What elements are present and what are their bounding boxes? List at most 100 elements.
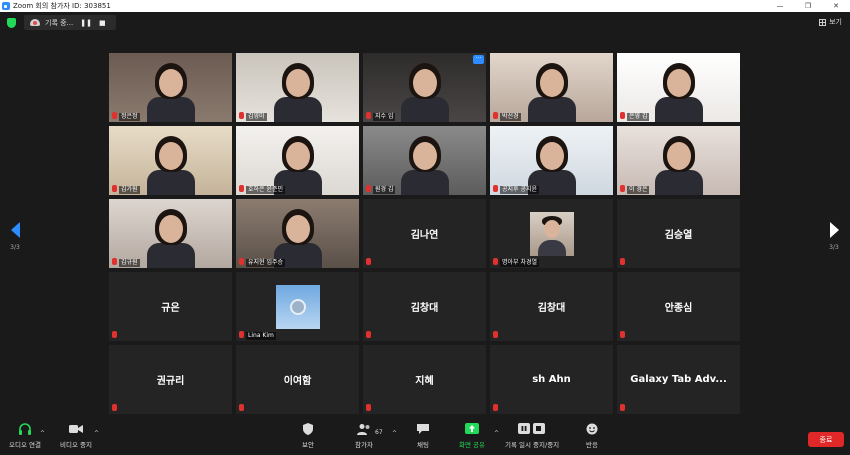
participant-name-display: 김창대: [537, 303, 566, 314]
participant-tile[interactable]: 정은정: [109, 53, 232, 122]
participant-tile[interactable]: sh Ahn: [490, 345, 613, 414]
participant-video: [109, 126, 232, 195]
participant-tile[interactable]: 김창대: [490, 272, 613, 341]
muted-mic-icon: [112, 258, 117, 265]
participant-tile[interactable]: 김창대: [363, 272, 486, 341]
view-label: 보기: [829, 18, 842, 26]
share-screen-button[interactable]: 화면 공유: [459, 423, 485, 449]
muted-mic-icon: [493, 112, 498, 119]
participant-video: [490, 53, 613, 122]
muted-mic-icon: [366, 112, 371, 119]
participant-tile[interactable]: 호하은 윤준민: [236, 126, 359, 195]
participant-video: [363, 126, 486, 195]
participant-tile[interactable]: 박선경: [490, 53, 613, 122]
participant-name-label: 정은정: [119, 113, 140, 121]
participant-tile[interactable]: Galaxy Tab Adv...: [617, 345, 740, 414]
participant-tile[interactable]: 김가원: [109, 126, 232, 195]
participant-name-label: 김영미: [246, 113, 267, 121]
smiley-icon: [585, 423, 599, 435]
chat-button[interactable]: 채팅: [416, 423, 430, 449]
participant-name-label: 명아부 차경열: [500, 259, 540, 267]
participant-video: [109, 199, 232, 268]
chevron-right-icon: [829, 222, 839, 238]
maximize-button[interactable]: ❐: [794, 0, 822, 12]
profile-picture: [529, 211, 574, 256]
record-controls-button[interactable]: 기록 일시 중지/중지: [505, 423, 559, 449]
profile-picture: [275, 284, 320, 329]
participant-video: [236, 199, 359, 268]
chat-label: 채팅: [417, 441, 429, 449]
participant-video: [236, 53, 359, 122]
stop-video-button[interactable]: 비디오 중지: [60, 423, 92, 449]
muted-mic-icon: [493, 331, 498, 338]
headphones-icon: [18, 423, 32, 435]
next-page-button[interactable]: 3/3: [823, 222, 845, 251]
participant-name-display: sh Ahn: [532, 374, 571, 385]
participant-tile[interactable]: 명아부 차경열: [490, 199, 613, 268]
participant-name-display: Galaxy Tab Adv...: [630, 374, 727, 385]
participant-tile[interactable]: 공지후 공지윤: [490, 126, 613, 195]
muted-mic-icon: [493, 258, 498, 265]
join-audio-button[interactable]: 오디오 연결: [9, 423, 41, 449]
participant-tile[interactable]: 이 경은: [617, 126, 740, 195]
participant-tile[interactable]: 규은: [109, 272, 232, 341]
participant-tile[interactable]: 원경 김: [363, 126, 486, 195]
end-meeting-button[interactable]: 종료: [808, 432, 844, 447]
window-title: Zoom 회의 참가자 ID: 303851: [13, 2, 111, 10]
participant-name-label: 이 경은: [627, 186, 650, 194]
participant-tile[interactable]: 권규리: [109, 345, 232, 414]
participant-name-display: 이여함: [283, 376, 312, 387]
participant-tile[interactable]: Lina Kim: [236, 272, 359, 341]
participant-name-label: 지수 임: [373, 113, 396, 121]
window-titlebar: Zoom 회의 참가자 ID: 303851 — ❐ ✕: [0, 0, 850, 12]
participant-name-label: 원경 김: [373, 186, 396, 194]
audio-label: 오디오 연결: [9, 441, 41, 449]
muted-mic-icon: [239, 331, 244, 338]
participant-tile[interactable]: 지수 임 ···: [363, 53, 486, 122]
muted-mic-icon: [366, 331, 371, 338]
video-options-caret[interactable]: ^: [94, 430, 99, 437]
participants-button[interactable]: 참가자: [355, 423, 373, 449]
security-button[interactable]: 보안: [301, 423, 315, 449]
participant-name-label: 김규원: [119, 259, 140, 267]
participant-name-label: 호하은 윤준민: [246, 186, 286, 194]
reactions-button[interactable]: 반응: [585, 423, 599, 449]
meeting-toolbar: 오디오 연결 ^ 비디오 중지 ^ 보안 참가자 67 ^ 채팅 화면 공유 ^: [0, 420, 850, 455]
participants-options-caret[interactable]: ^: [392, 430, 397, 437]
participant-name-label: 박선경: [500, 113, 521, 121]
participant-tile[interactable]: 지혜: [363, 345, 486, 414]
muted-mic-icon: [620, 185, 625, 192]
participant-video: [363, 53, 486, 122]
participant-tile[interactable]: 유지현 임주승: [236, 199, 359, 268]
share-label: 화면 공유: [459, 441, 485, 449]
participant-name-display: 권규리: [156, 376, 185, 387]
participant-tile[interactable]: 김승열: [617, 199, 740, 268]
minimize-button[interactable]: —: [766, 0, 794, 12]
participant-name-label: 유지현 임주승: [246, 259, 286, 267]
previous-page-button[interactable]: 3/3: [4, 222, 26, 251]
participant-tile[interactable]: 은영 김: [617, 53, 740, 122]
participant-tile[interactable]: 김영미: [236, 53, 359, 122]
recording-label: 기록 중...: [45, 18, 74, 27]
share-screen-icon: [465, 423, 479, 435]
audio-options-caret[interactable]: ^: [40, 430, 45, 437]
participant-tile[interactable]: 이여함: [236, 345, 359, 414]
shield-icon: [301, 423, 315, 435]
muted-mic-icon: [112, 112, 117, 119]
participants-count: 67: [375, 429, 383, 436]
security-shield-icon[interactable]: [7, 18, 16, 28]
participant-video: [490, 126, 613, 195]
view-button[interactable]: 보기: [819, 17, 842, 27]
participant-tile[interactable]: 김나연: [363, 199, 486, 268]
participant-tile[interactable]: 김규원: [109, 199, 232, 268]
participant-video: [236, 126, 359, 195]
participant-name-label: Lina Kim: [246, 332, 276, 340]
pause-recording-button[interactable]: ❚❚: [80, 19, 92, 27]
grid-view-icon: [819, 18, 827, 26]
stop-recording-button[interactable]: ■: [99, 19, 106, 27]
more-options-icon[interactable]: ···: [473, 55, 484, 64]
muted-mic-icon: [239, 404, 244, 411]
share-options-caret[interactable]: ^: [494, 430, 499, 437]
participant-tile[interactable]: 안종심: [617, 272, 740, 341]
close-button[interactable]: ✕: [822, 0, 850, 12]
